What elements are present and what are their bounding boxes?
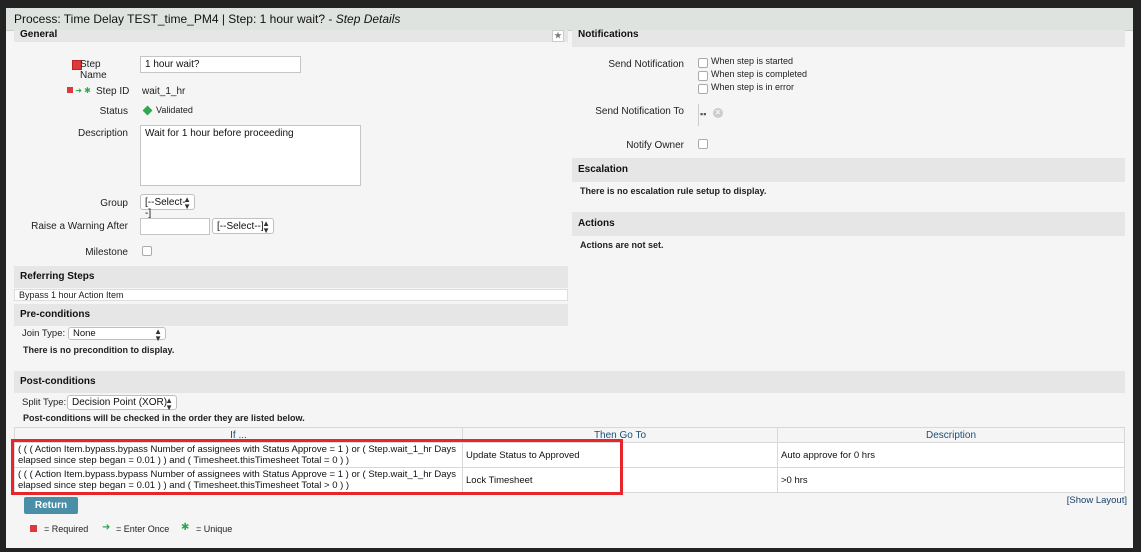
notify-completed-label: When step is completed (711, 69, 808, 79)
notify-owner-label: Notify Owner (626, 140, 684, 151)
join-type-select[interactable]: None ▲ ▼ (68, 327, 166, 343)
required-icon (67, 87, 73, 93)
referring-step-item[interactable]: Bypass 1 hour Action Item (14, 289, 568, 301)
escalation-header: Escalation (572, 158, 1125, 182)
enter-once-icon: ➜ (75, 86, 82, 95)
step-id-value: wait_1_hr (142, 86, 186, 97)
join-type-label: Join Type: (22, 328, 66, 339)
warning-input[interactable] (140, 218, 210, 235)
milestone-checkbox[interactable] (142, 246, 152, 256)
step-id-label: Step ID (96, 86, 130, 97)
actions-header: Actions (572, 212, 1125, 236)
description-cell: >0 hrs (777, 467, 1125, 493)
description-textarea[interactable]: Wait for 1 hour before proceeding (140, 125, 361, 186)
escalation-empty-message: There is no escalation rule setup to dis… (580, 186, 767, 196)
enter-once-icon: ➜ (102, 522, 111, 533)
legend-unique: = Unique (196, 524, 233, 534)
milestone-label: Milestone (85, 247, 128, 258)
show-layout-link[interactable]: [Show Layout] (1067, 495, 1127, 506)
clear-icon[interactable]: ✕ (713, 108, 723, 118)
actions-empty-message: Actions are not set. (580, 240, 664, 250)
legend-enter-once: = Enter Once (116, 524, 170, 534)
window-title-bar: Process: Time Delay TEST_time_PM4 | Step… (6, 8, 1133, 31)
preconditions-header: Pre-conditions (14, 304, 568, 326)
general-section-header: General ★ (14, 30, 568, 42)
collapse-icon[interactable]: ★ (552, 30, 564, 42)
unique-icon: ✱ (181, 522, 190, 533)
notify-completed-checkbox[interactable] (698, 71, 708, 81)
referring-steps-header: Referring Steps (14, 266, 568, 288)
window-title: Process: Time Delay TEST_time_PM4 | Step… (14, 12, 401, 26)
required-icon (30, 525, 37, 532)
warning-label: Raise a Warning After (31, 221, 128, 232)
split-type-label: Split Type: (22, 397, 67, 408)
postconditions-header: Post-conditions (14, 371, 1125, 393)
notifications-header: Notifications (572, 30, 1125, 47)
group-label: Group (100, 198, 128, 209)
description-label: Description (77, 128, 128, 139)
split-type-select[interactable]: Decision Point (XOR) ▲ ▼ (67, 395, 177, 412)
column-header-description: Description (777, 427, 1125, 443)
postconditions-note: Post-conditions will be checked in the o… (23, 413, 305, 423)
notify-started-label: When step is started (711, 56, 794, 66)
select-arrows-icon: ▲ ▼ (165, 396, 173, 412)
warning-unit-select[interactable]: [--Select--] ▲ ▼ (212, 218, 274, 235)
select-arrows-icon: ▲ ▼ (262, 219, 270, 235)
status-value: Validated (156, 105, 193, 115)
notify-started-checkbox[interactable] (698, 58, 708, 68)
status-label: Status (99, 106, 128, 117)
unique-icon: ✱ (84, 86, 91, 95)
legend-required: = Required (44, 524, 89, 534)
screenshot-root: { "window":{"title_main":"Process: Time … (0, 0, 1141, 552)
highlight-box (11, 439, 623, 495)
select-arrows-icon: ▲ ▼ (154, 327, 162, 343)
select-arrows-icon: ▲ ▼ (183, 195, 191, 211)
validated-icon (142, 105, 153, 116)
step-name-label: Step Name (80, 59, 107, 81)
lookup-binoculars-icon[interactable]: ▪▪ (700, 109, 706, 119)
group-select[interactable]: [--Select--] ▲ ▼ (140, 194, 195, 219)
send-notification-label: Send Notification (608, 59, 684, 70)
notify-owner-checkbox[interactable] (698, 139, 708, 149)
preconditions-empty-message: There is no precondition to display. (23, 345, 175, 355)
divider (698, 104, 699, 126)
step-name-input[interactable]: 1 hour wait? (140, 56, 301, 73)
notify-error-checkbox[interactable] (698, 84, 708, 94)
return-button[interactable]: Return (24, 497, 78, 514)
notify-error-label: When step is in error (711, 82, 795, 92)
step-id-legend-icons: ➜ ✱ (67, 87, 94, 95)
description-cell: Auto approve for 0 hrs (777, 442, 1125, 468)
send-notification-to-label: Send Notification To (595, 106, 684, 117)
